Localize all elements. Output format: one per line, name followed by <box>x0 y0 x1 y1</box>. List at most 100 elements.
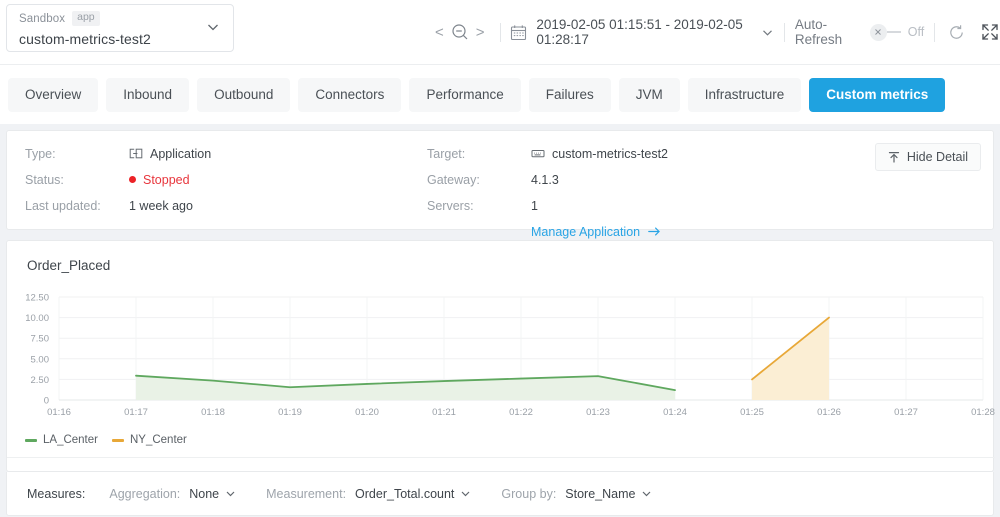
detail-row-last-updated: Last updated: 1 week ago <box>25 195 211 216</box>
auto-refresh-toggle[interactable] <box>870 24 901 41</box>
groupby-dropdown[interactable]: Store_Name <box>565 487 652 501</box>
tab-jvm[interactable]: JVM <box>619 78 680 112</box>
tab-connectors[interactable]: Connectors <box>298 78 401 112</box>
chevron-down-icon <box>225 488 236 499</box>
y-axis-tick-label: 12.50 <box>25 293 49 304</box>
tab-label: Failures <box>546 87 594 102</box>
top-bar: Sandbox app custom-metrics-test2 < > <box>0 0 1000 64</box>
y-axis-tick-label: 2.50 <box>31 375 50 386</box>
prev-range-button[interactable]: < <box>430 25 449 40</box>
toolbar-divider-1 <box>500 23 501 42</box>
tab-label: Infrastructure <box>705 87 785 102</box>
chevron-down-icon <box>641 488 652 499</box>
measurement-group: Measurement: Order_Total.count <box>266 487 471 501</box>
tab-outbound[interactable]: Outbound <box>197 78 290 112</box>
tab-label: Connectors <box>315 87 384 102</box>
tab-overview[interactable]: Overview <box>8 78 98 112</box>
detail-row-gateway: Gateway: 4.1.3 <box>427 169 668 190</box>
tab-bar: Overview Inbound Outbound Connectors Perform… <box>0 64 1000 124</box>
measures-bar: Measures: Aggregation: None Measurement:… <box>6 472 994 516</box>
aggregation-value: None <box>189 487 219 501</box>
application-icon <box>129 148 143 159</box>
x-axis-tick-label: 01:22 <box>509 407 533 418</box>
servers-value: 1 <box>531 199 538 213</box>
tab-label: Outbound <box>214 87 273 102</box>
legend-swatch <box>25 439 37 442</box>
tab-label: Custom metrics <box>826 87 928 102</box>
status-badge: Stopped <box>129 173 190 187</box>
tab-performance[interactable]: Performance <box>409 78 520 112</box>
x-axis-tick-label: 01:28 <box>971 407 995 418</box>
y-axis-tick-label: 0 <box>44 396 49 407</box>
tab-label: Performance <box>426 87 503 102</box>
legend-item-ny_center[interactable]: NY_Center <box>112 434 187 446</box>
last-updated-label: Last updated: <box>25 199 129 213</box>
x-axis-tick-label: 01:24 <box>663 407 687 418</box>
fullscreen-icon[interactable] <box>980 22 1000 42</box>
type-label: Type: <box>25 147 129 161</box>
x-axis-tick-label: 01:17 <box>124 407 148 418</box>
y-axis-tick-label: 5.00 <box>31 354 50 365</box>
detail-row-target: Target: custom-metrics-test2 <box>427 143 668 164</box>
toolbar-divider-2 <box>784 23 785 42</box>
x-axis-tick-label: 01:25 <box>740 407 764 418</box>
x-axis-tick-label: 01:19 <box>278 407 302 418</box>
hide-detail-button[interactable]: Hide Detail <box>875 143 981 171</box>
card-separator <box>7 457 995 458</box>
close-icon <box>870 24 887 41</box>
x-axis-tick-label: 01:23 <box>586 407 610 418</box>
tab-infrastructure[interactable]: Infrastructure <box>688 78 802 112</box>
servers-label: Servers: <box>427 199 531 213</box>
detail-column-left: Type: Application Status: S <box>25 143 211 221</box>
manage-application-label: Manage Application <box>531 225 640 239</box>
zoom-out-icon[interactable] <box>450 22 470 42</box>
next-range-button[interactable]: > <box>471 25 490 40</box>
chevron-down-icon[interactable] <box>205 19 221 35</box>
type-value: Application <box>129 147 211 161</box>
x-axis-tick-label: 01:27 <box>894 407 918 418</box>
tab-label: Overview <box>25 87 81 102</box>
time-range-chevron-down-icon[interactable] <box>761 26 774 39</box>
hide-detail-label: Hide Detail <box>907 150 968 164</box>
x-axis-tick-label: 01:18 <box>201 407 225 418</box>
application-selector[interactable]: Sandbox app custom-metrics-test2 <box>6 4 234 52</box>
x-axis-tick-label: 01:20 <box>355 407 379 418</box>
chart-title: Order_Placed <box>27 258 110 273</box>
gateway-label: Gateway: <box>427 173 531 187</box>
calendar-icon[interactable] <box>510 24 527 41</box>
collapse-up-icon <box>888 151 900 163</box>
legend-item-la_center[interactable]: LA_Center <box>25 434 98 446</box>
groupby-group: Group by: Store_Name <box>501 487 652 501</box>
auto-refresh-state: Off <box>908 25 924 39</box>
aggregation-group: Aggregation: None <box>109 487 236 501</box>
chart-svg: 02.505.007.5010.0012.5001:1601:1701:1801… <box>7 289 995 421</box>
time-range-value[interactable]: 2019-02-05 01:15:51 - 2019-02-05 01:28:1… <box>536 17 754 47</box>
aggregation-dropdown[interactable]: None <box>189 487 236 501</box>
target-label: Target: <box>427 147 531 161</box>
manage-application-link[interactable]: Manage Application <box>531 225 661 239</box>
status-dot-icon <box>129 176 136 183</box>
type-text: Application <box>150 147 211 161</box>
y-axis-tick-label: 10.00 <box>25 313 49 324</box>
tab-failures[interactable]: Failures <box>529 78 611 112</box>
arrow-right-icon <box>648 226 661 237</box>
status-label: Status: <box>25 173 129 187</box>
groupby-value: Store_Name <box>565 487 635 501</box>
gateway-value: 4.1.3 <box>531 173 559 187</box>
measurement-dropdown[interactable]: Order_Total.count <box>355 487 471 501</box>
detail-column-right: Target: custom-metrics-test2 <box>427 143 668 247</box>
target-value: custom-metrics-test2 <box>531 147 668 161</box>
tab-custom-metrics[interactable]: Custom metrics <box>809 78 945 112</box>
detail-row-type: Type: Application <box>25 143 211 164</box>
app-type-badge: app <box>72 11 100 26</box>
detail-row-status: Status: Stopped <box>25 169 211 190</box>
app-name-label: custom-metrics-test2 <box>19 31 223 47</box>
measures-title: Measures: <box>27 487 85 501</box>
refresh-icon[interactable] <box>947 23 966 42</box>
chart-plot-area[interactable]: 02.505.007.5010.0012.5001:1601:1701:1801… <box>7 289 995 421</box>
x-axis-tick-label: 01:26 <box>817 407 841 418</box>
legend-label: LA_Center <box>43 434 98 446</box>
tab-inbound[interactable]: Inbound <box>106 78 189 112</box>
tab-label: Inbound <box>123 87 172 102</box>
chart-legend: LA_Center NY_Center <box>25 434 187 446</box>
